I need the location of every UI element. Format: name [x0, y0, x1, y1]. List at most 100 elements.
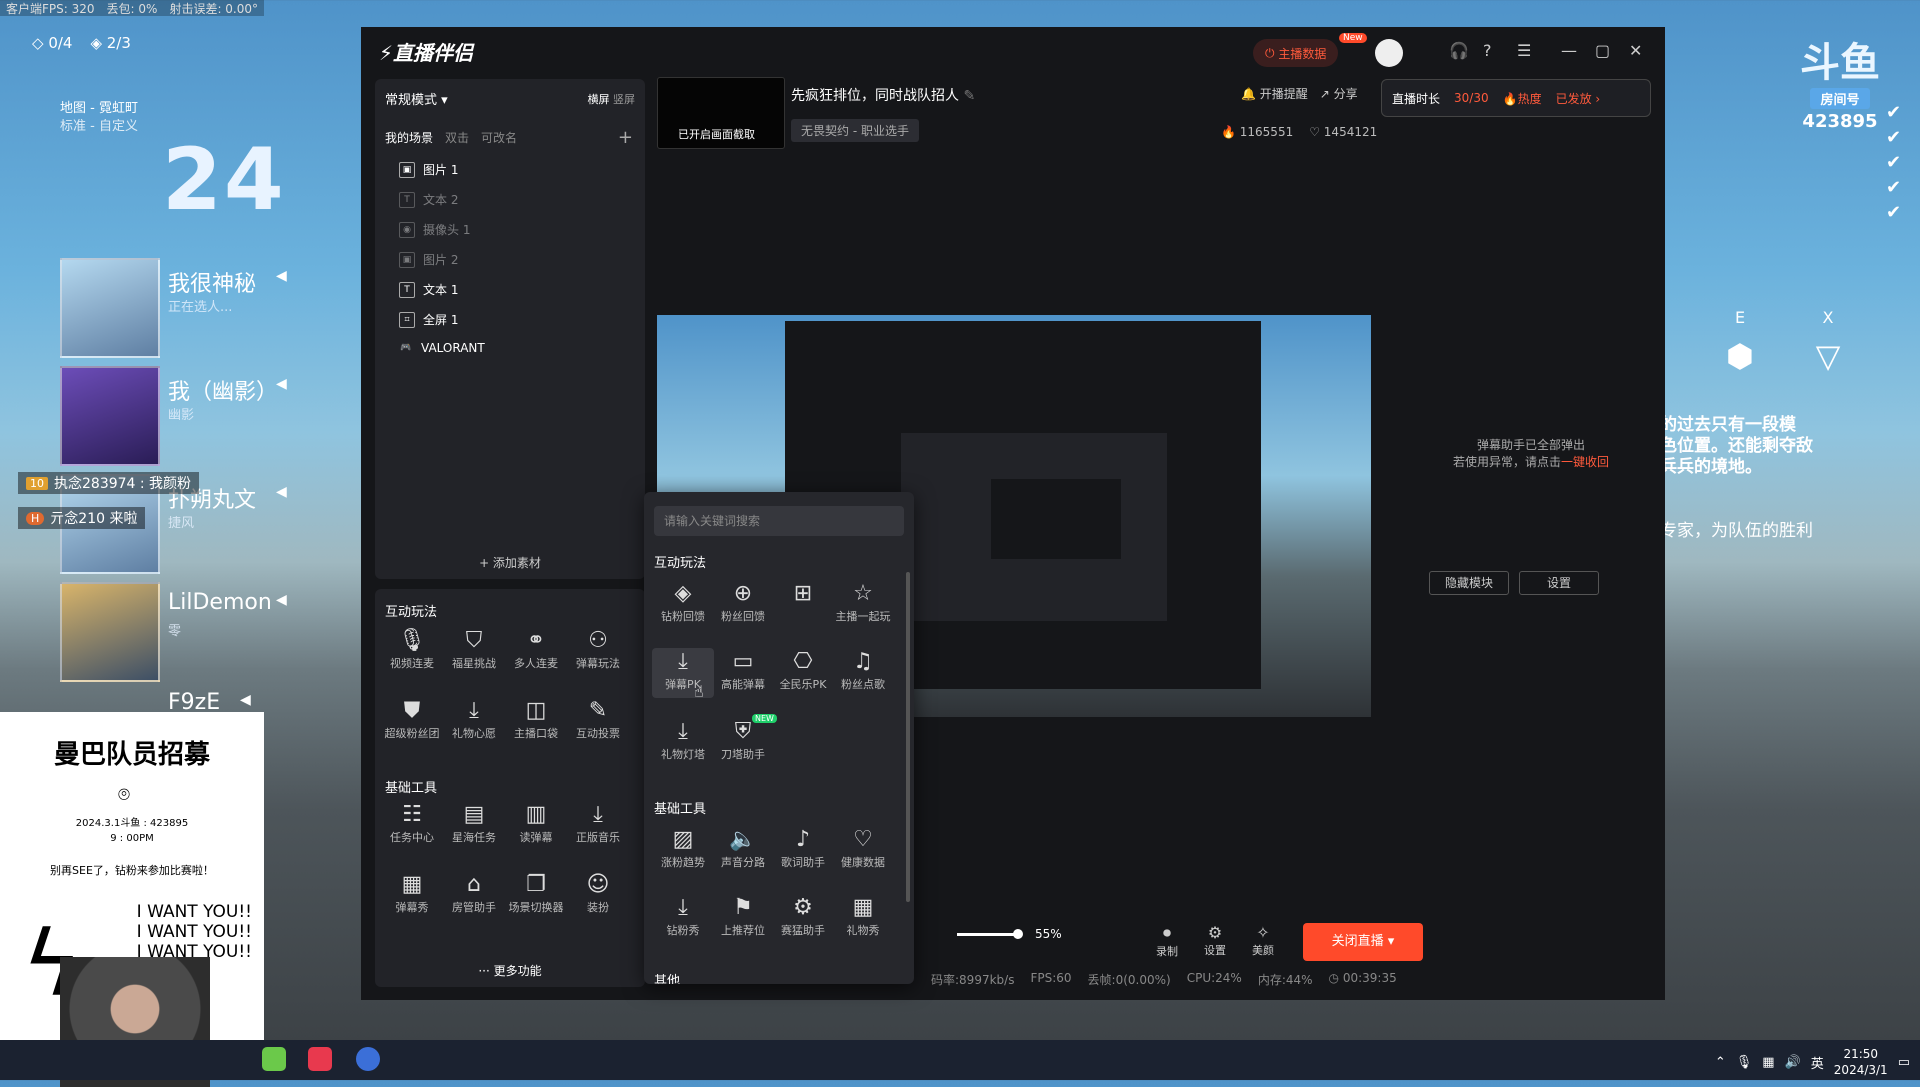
bitrate: 码率:8997kb/s: [931, 973, 1015, 987]
beauty-button[interactable]: ✧ 美颜: [1243, 923, 1283, 958]
scrollbar[interactable]: [906, 572, 910, 902]
tool-play-together[interactable]: ☆ 主播一起玩: [832, 580, 894, 624]
share-button[interactable]: ↗ 分享: [1320, 85, 1358, 102]
tool-gift-tower[interactable]: ⤓ 礼物灯塔: [652, 718, 714, 762]
menu-icon[interactable]: ☰: [1517, 41, 1531, 60]
map-mode: 标准 - 自定义: [60, 119, 138, 134]
tool-danmu-play[interactable]: ⚇ 弹幕玩法: [567, 627, 629, 671]
level-badge: H: [26, 511, 45, 525]
recall-link[interactable]: 一键收回: [1561, 455, 1609, 469]
tool-gift-show[interactable]: ▦ 礼物秀: [832, 894, 894, 938]
network-icon[interactable]: ▦: [1762, 1055, 1774, 1070]
tool-fans-reward[interactable]: ⊕ 粉丝回馈: [712, 580, 774, 624]
taskbar: [0, 1040, 1920, 1080]
cpu-usage: CPU:24%: [1186, 971, 1242, 985]
tool-song-request[interactable]: ♫ 粉丝点歌: [832, 648, 894, 692]
stop-live-button[interactable]: 关闭直播 ▾: [1303, 923, 1423, 961]
room-number: 423895: [1802, 111, 1878, 132]
tool-health-data[interactable]: ♡ 健康数据: [832, 826, 894, 870]
scene-item[interactable]: ▣ 图片 2: [399, 251, 458, 268]
tool-vote[interactable]: ✎ 互动投票: [567, 697, 629, 741]
tool-super-fans[interactable]: ⛊ 超级粉丝团: [381, 697, 443, 741]
settings-button[interactable]: ⚙ 设置: [1195, 923, 1235, 958]
xbox-app-icon[interactable]: [262, 1047, 286, 1071]
tool-audio-route[interactable]: 🔈 声音分路: [712, 826, 774, 870]
tool-race-helper[interactable]: ⚙ 赛猛助手: [772, 894, 834, 938]
close-icon[interactable]: ✕: [1629, 41, 1642, 60]
hide-module-button[interactable]: 隐藏模块: [1429, 571, 1509, 595]
valorant-app-icon[interactable]: [308, 1047, 332, 1071]
maximize-icon[interactable]: ▢: [1595, 41, 1610, 60]
scene-item[interactable]: 🎮 VALORANT: [399, 341, 484, 355]
help-icon[interactable]: ?: [1483, 41, 1492, 60]
tool-dress-up[interactable]: ☺ 装扮: [567, 871, 629, 915]
tool-lyrics[interactable]: ♪ 歌词助手: [772, 826, 834, 870]
add-scene-icon[interactable]: +: [618, 127, 633, 148]
tool-high-danmu[interactable]: ▭ 高能弹幕: [712, 648, 774, 692]
headset-icon[interactable]: 🎧: [1449, 41, 1469, 60]
live-duration-box[interactable]: 直播时长 30/30 🔥热度 已发放 ›: [1381, 79, 1651, 117]
tool-fans-trend[interactable]: ▨ 涨粉趋势: [652, 826, 714, 870]
orientation-toggle[interactable]: 横屏 竖屏: [588, 91, 636, 107]
notification-icon[interactable]: ▭: [1898, 1055, 1910, 1070]
pocket-icon: ◫: [525, 698, 547, 723]
volume-slider[interactable]: [957, 933, 1017, 936]
tool-read-danmu[interactable]: ▥ 读弹幕: [505, 801, 567, 845]
stream-title[interactable]: 先疯狂排位，同时战队招人 ✎: [791, 85, 975, 105]
record-button[interactable]: ⏺ 录制: [1147, 923, 1187, 959]
tool-music[interactable]: ⤓ 正版音乐: [567, 801, 629, 845]
danmu-settings-button[interactable]: 设置: [1519, 571, 1599, 595]
ime-indicator[interactable]: 英: [1811, 1053, 1824, 1072]
check-icon: ✔: [1886, 177, 1902, 198]
tool-star-task[interactable]: ▤ 星海任务: [443, 801, 505, 845]
tool-dota-helper[interactable]: ⛨ 刀塔助手 NEW: [712, 714, 777, 762]
app-icon[interactable]: [356, 1047, 380, 1071]
chart-icon: ▨: [672, 827, 694, 852]
tool-gift[interactable]: ⊞: [772, 580, 834, 608]
search-input[interactable]: [654, 506, 904, 536]
category-tag[interactable]: 无畏契约 - 职业选手: [791, 119, 919, 142]
volume-icon[interactable]: 🔊: [1785, 1055, 1801, 1070]
tool-lucky-challenge[interactable]: ⛉ 福星挑战: [443, 627, 505, 671]
tool-diamond-show[interactable]: ⤓ 钻粉秀: [652, 894, 714, 938]
tool-diamond-fans[interactable]: ◈ 钻粉回馈: [652, 580, 714, 624]
tool-scene-switch[interactable]: ❐ 场景切换器: [505, 871, 567, 915]
tool-music-pk[interactable]: ⎔ 全民乐PK: [772, 648, 834, 692]
scene-item[interactable]: T 文本 1: [399, 281, 458, 298]
scene-item[interactable]: ⌗ 全屏 1: [399, 311, 458, 328]
player-card[interactable]: F9zE ◀: [60, 690, 320, 715]
add-material-button[interactable]: + 添加素材: [375, 554, 645, 571]
tool-video-link[interactable]: 🎙 视频连麦: [381, 627, 443, 671]
section-title: 互动玩法: [654, 556, 707, 571]
avatar[interactable]: [1375, 39, 1403, 67]
tool-host-pocket[interactable]: ◫ 主播口袋: [505, 697, 567, 741]
player-card[interactable]: 我（幽影） 幽影 ◀: [60, 366, 320, 466]
tab-my-scene[interactable]: 我的场景: [385, 129, 433, 146]
scene-item[interactable]: ▣ 图片 1: [399, 161, 458, 178]
tool-recommend[interactable]: ⚑ 上推荐位: [712, 894, 774, 938]
scene-item[interactable]: ◉ 摄像头 1: [399, 221, 470, 238]
tool-room-admin[interactable]: ⌂ 房管助手: [443, 871, 505, 915]
switch-icon: ❐: [526, 872, 546, 897]
remind-button[interactable]: 🔔 开播提醒: [1241, 85, 1308, 102]
clock[interactable]: 21:50 2024/3/1: [1834, 1046, 1888, 1078]
player-card[interactable]: LilDemon 零 ◀: [60, 582, 320, 682]
player-card[interactable]: 我很神秘 正在选人... ◀: [60, 258, 320, 358]
cover-thumbnail[interactable]: 已开启画面截取: [657, 77, 785, 149]
image-icon: ▣: [399, 161, 415, 178]
tool-danmu-show[interactable]: ▦ 弹幕秀: [381, 871, 443, 915]
chevron-up-icon[interactable]: ⌃: [1715, 1055, 1726, 1070]
scene-item[interactable]: T 文本 2: [399, 191, 458, 208]
mode-select[interactable]: 常规模式 ▾: [385, 89, 448, 108]
minimize-icon[interactable]: —: [1561, 41, 1577, 60]
tool-danmu-pk[interactable]: ⤓ 弹幕PK: [652, 648, 714, 698]
volume-handle[interactable]: [1013, 929, 1023, 939]
tool-gift-wish[interactable]: ⤓ 礼物心愿: [443, 697, 505, 741]
douyu-logo: 斗鱼: [1800, 40, 1880, 86]
tool-task-center[interactable]: ☷ 任务中心: [381, 801, 443, 845]
more-functions-button[interactable]: ··· 更多功能: [375, 962, 645, 979]
host-data-button[interactable]: ⏻ 主播数据: [1253, 39, 1339, 67]
mic-icon[interactable]: 🎙: [1736, 1055, 1753, 1070]
loss-text: 丢包: 0%: [106, 1, 158, 16]
tool-multi-link[interactable]: ⚭ 多人连麦: [505, 627, 567, 671]
